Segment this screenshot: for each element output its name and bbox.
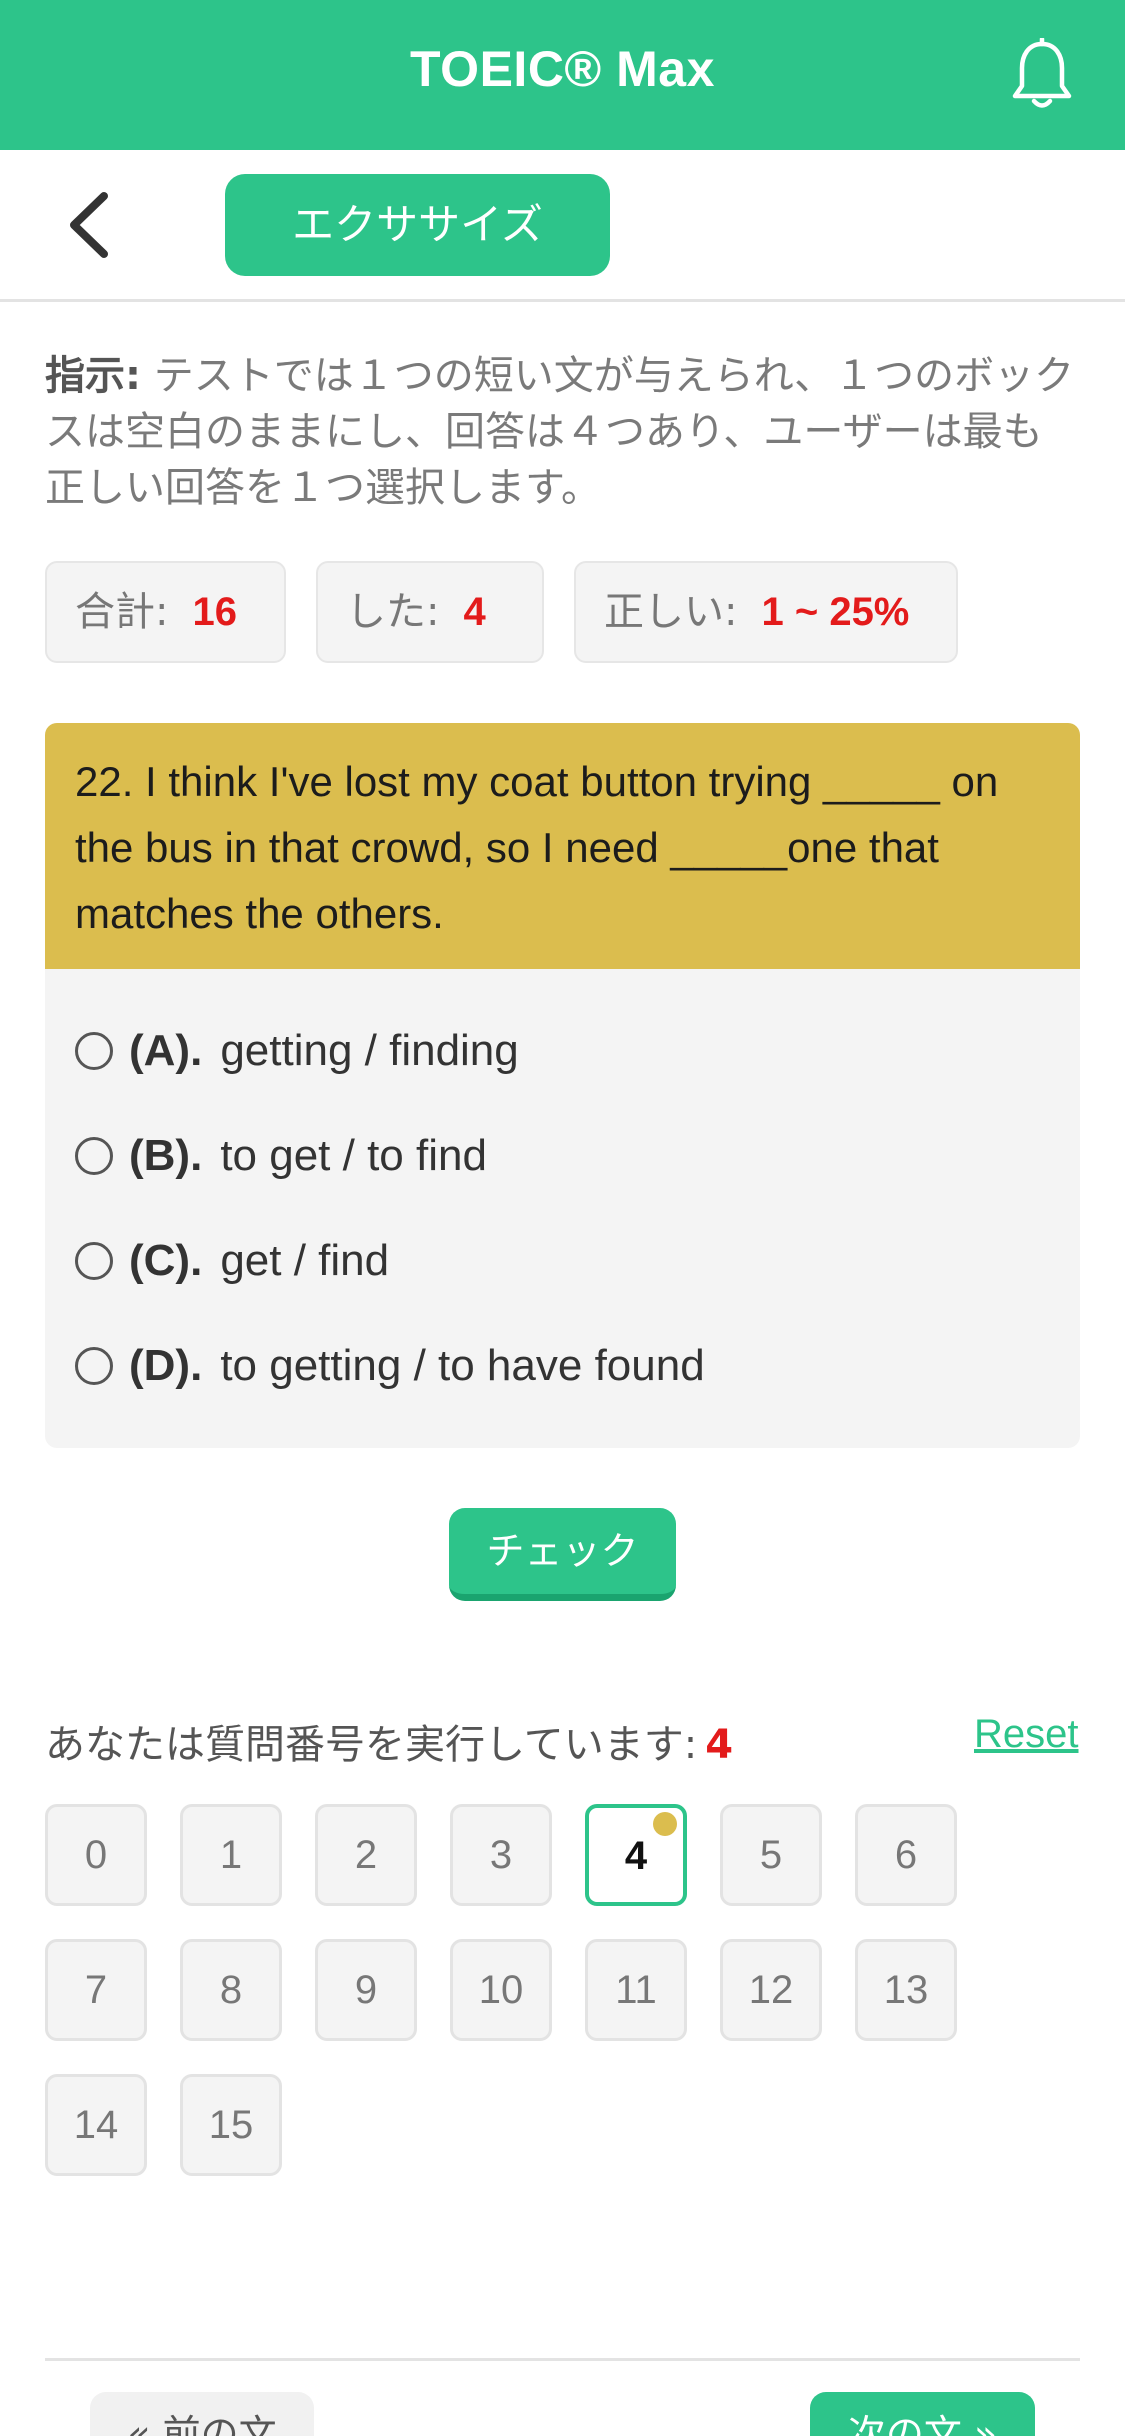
question-number-button[interactable]: 1 (180, 1804, 282, 1906)
question-number-button[interactable]: 5 (720, 1804, 822, 1906)
stat-total-label: 合計: (75, 589, 169, 635)
option-text: to getting / to have found (220, 1341, 705, 1390)
instruction-text: 指示: テストでは１つの短い文が与えられ、１つのボックスは空白のままにし、回答は… (45, 348, 1080, 516)
question-number-button[interactable]: 15 (180, 2074, 282, 2176)
current-question-number: 4 (705, 1722, 734, 1768)
stat-correct-label: 正しい: (604, 589, 738, 635)
next-sentence-button[interactable]: 次の文 » (810, 2392, 1035, 2436)
option-text: get / find (220, 1236, 390, 1285)
chevron-left-icon[interactable] (62, 190, 118, 260)
stat-done: した: 4 (316, 561, 544, 663)
mode-exercise-button[interactable]: エクササイズ (225, 174, 610, 276)
progress-label: あなたは質問番号を実行しています: 4 (45, 1712, 733, 1770)
question-number-button[interactable]: 2 (315, 1804, 417, 1906)
option-b[interactable]: (B). to get / to find (75, 1121, 487, 1191)
question-card: 22. I think I've lost my coat button try… (45, 723, 1080, 1448)
radio-button[interactable] (75, 1347, 113, 1385)
question-number-button[interactable]: 8 (180, 1939, 282, 2041)
question-number-button[interactable]: 7 (45, 1939, 147, 2041)
question-number-button-active[interactable]: 4 (585, 1804, 687, 1906)
option-text: getting / finding (220, 1026, 519, 1075)
instruction-label: 指示: (45, 353, 141, 399)
question-number-button[interactable]: 12 (720, 1939, 822, 2041)
answered-dot-indicator (653, 1812, 677, 1836)
option-d[interactable]: (D). to getting / to have found (75, 1331, 705, 1401)
option-letter: (C). (129, 1236, 203, 1285)
option-c[interactable]: (C). get / find (75, 1226, 389, 1296)
question-number-button[interactable]: 14 (45, 2074, 147, 2176)
stat-total: 合計: 16 (45, 561, 286, 663)
question-number-button[interactable]: 10 (450, 1939, 552, 2041)
progress-label-text: あなたは質問番号を実行しています: (45, 1722, 698, 1768)
stat-done-label: した: (346, 589, 440, 635)
prev-sentence-button[interactable]: « 前の文 (90, 2392, 314, 2436)
question-number-label: 4 (624, 1834, 648, 1878)
question-number-button[interactable]: 3 (450, 1804, 552, 1906)
stat-total-value: 16 (192, 590, 237, 634)
instruction-body: テストでは１つの短い文が与えられ、１つのボックスは空白のままにし、回答は４つあり… (45, 353, 1075, 511)
sub-header: エクササイズ (0, 150, 1125, 302)
option-letter: (B). (129, 1131, 203, 1180)
question-number-button[interactable]: 9 (315, 1939, 417, 2041)
question-number-button[interactable]: 6 (855, 1804, 957, 1906)
bell-icon[interactable] (1010, 38, 1074, 112)
check-button[interactable]: チェック (449, 1508, 676, 1601)
question-number-button[interactable]: 13 (855, 1939, 957, 2041)
radio-button[interactable] (75, 1137, 113, 1175)
reset-link[interactable]: Reset (974, 1712, 1079, 1757)
option-letter: (A). (129, 1026, 203, 1075)
question-text: 22. I think I've lost my coat button try… (45, 723, 1080, 969)
stat-correct-value: 1 ~ 25% (761, 590, 910, 634)
app-title: TOEIC® Max (410, 41, 715, 97)
question-number-button[interactable]: 0 (45, 1804, 147, 1906)
option-letter: (D). (129, 1341, 203, 1390)
question-number-button[interactable]: 11 (585, 1939, 687, 2041)
stat-done-value: 4 (463, 590, 486, 634)
option-text: to get / to find (220, 1131, 487, 1180)
stat-correct: 正しい: 1 ~ 25% (574, 561, 958, 663)
footer-divider (45, 2358, 1080, 2361)
radio-button[interactable] (75, 1242, 113, 1280)
app-header: TOEIC® Max (0, 0, 1125, 150)
radio-button[interactable] (75, 1032, 113, 1070)
option-a[interactable]: (A). getting / finding (75, 1016, 519, 1086)
